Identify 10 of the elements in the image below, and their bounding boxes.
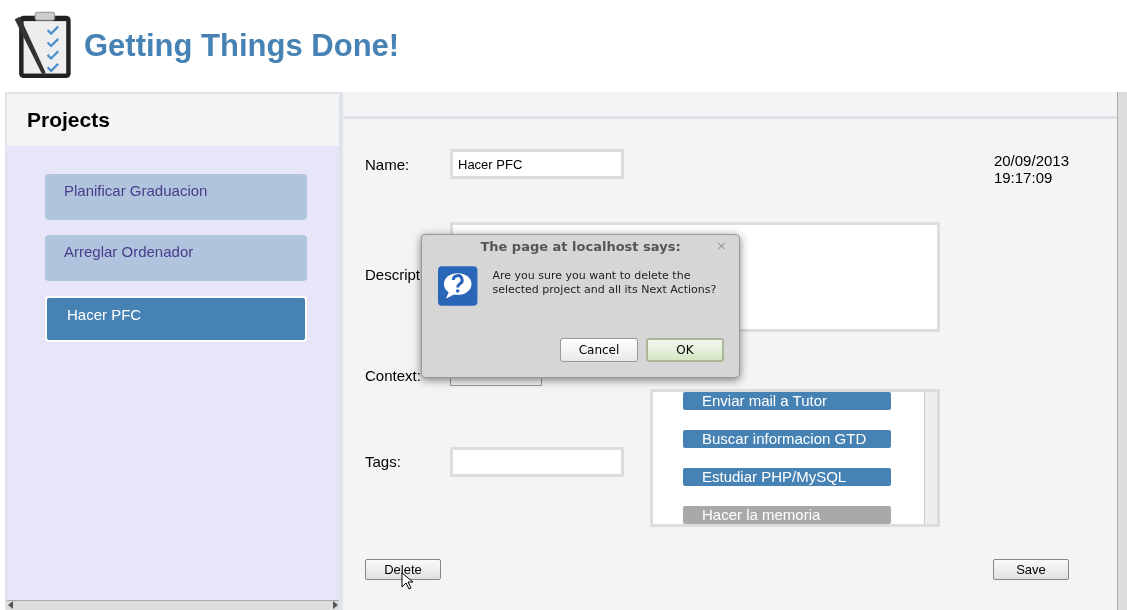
field-label: Context:: [365, 367, 422, 384]
timestamp-text: 20/09/2013: [993, 152, 1069, 169]
app-title: Getting Things Done!: [84, 28, 400, 64]
field-label: Tags:: [365, 453, 402, 470]
dialog-message: Are you sure you want to delete the selected project and all its Next Actions?: [492, 269, 718, 297]
field-label: Name:: [365, 156, 411, 173]
timestamp-text: 19:17:09: [993, 169, 1054, 186]
sidebar-title: Projects: [27, 108, 110, 132]
dialog-title: The page at localhost says:: [480, 238, 681, 254]
field-label: Descript: [365, 266, 421, 283]
